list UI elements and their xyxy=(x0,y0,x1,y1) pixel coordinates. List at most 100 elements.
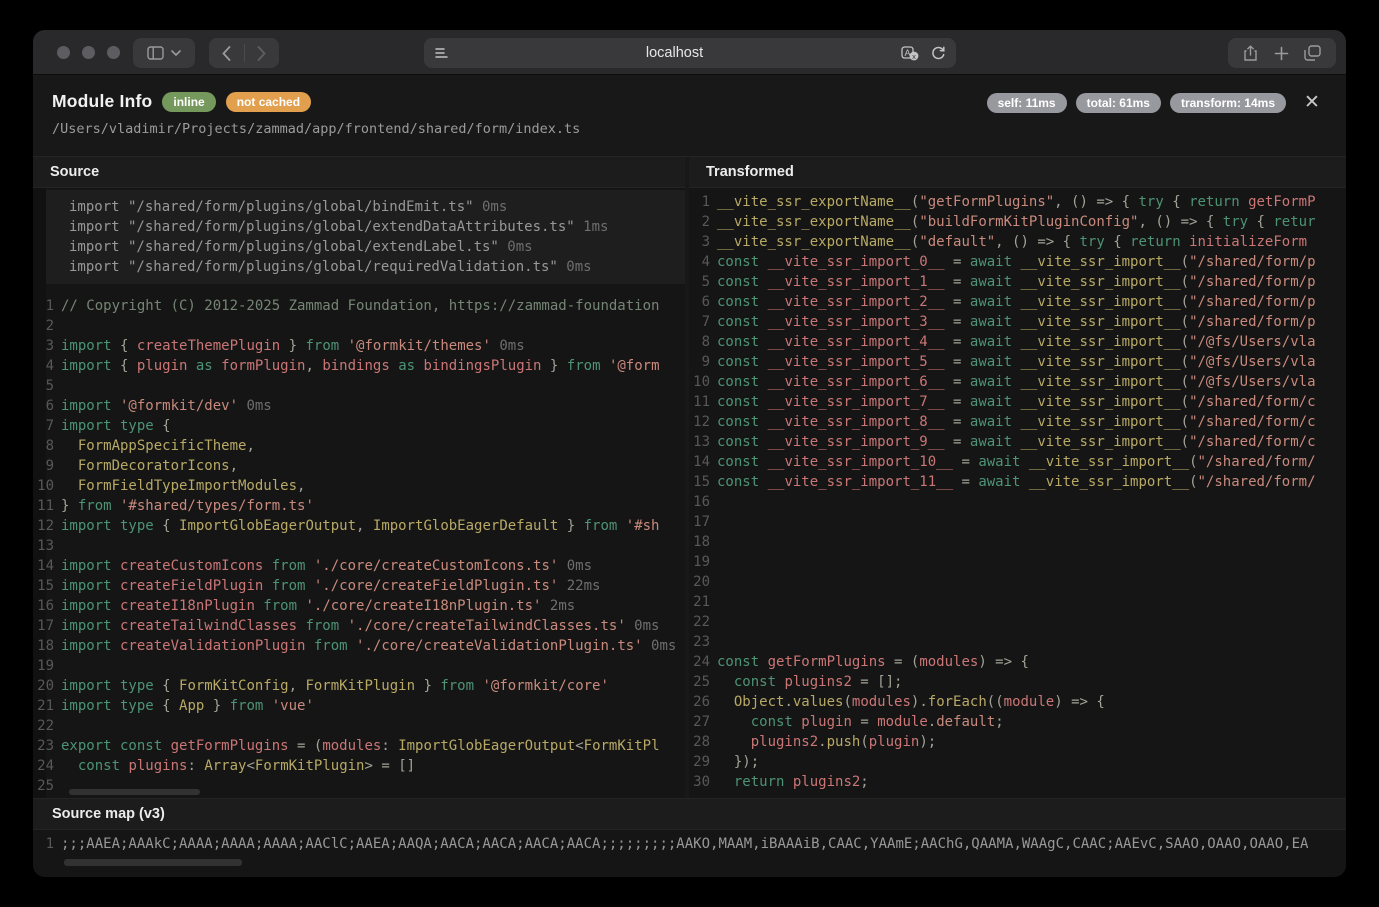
code-line: 7const __vite_ssr_import_3__ = await __v… xyxy=(689,312,1346,332)
code-line: 5 xyxy=(33,376,685,396)
source-code-area[interactable]: import "/shared/form/plugins/global/bind… xyxy=(33,188,685,798)
browser-window: localhost A x xyxy=(33,30,1346,877)
code-line: 24 const plugins: Array<FormKitPlugin> =… xyxy=(33,756,685,776)
transformed-code-area[interactable]: 1__vite_ssr_exportName__("getFormPlugins… xyxy=(689,188,1346,798)
code-line: 22 xyxy=(33,716,685,736)
code-line: 27 const plugin = module.default; xyxy=(689,712,1346,732)
line-number: 24 xyxy=(689,652,717,672)
code-line: 29 }); xyxy=(689,752,1346,772)
code-line: 6const __vite_ssr_import_2__ = await __v… xyxy=(689,292,1346,312)
code-line: 20 xyxy=(689,572,1346,592)
tab-overview-icon[interactable] xyxy=(1304,45,1321,61)
code-line: 30 return plugins2; xyxy=(689,772,1346,792)
nav-buttons xyxy=(209,38,279,68)
transformed-panel-title: Transformed xyxy=(689,157,1346,188)
line-number: 27 xyxy=(689,712,717,732)
line-number: 15 xyxy=(689,472,717,492)
source-panel: Source import "/shared/form/plugins/glob… xyxy=(33,157,685,798)
url-text[interactable]: localhost xyxy=(449,45,901,61)
share-icon[interactable] xyxy=(1243,45,1258,62)
zoom-window-button[interactable] xyxy=(107,46,120,59)
code-line: 21import type { App } from 'vue' xyxy=(33,696,685,716)
source-horizontal-scrollbar[interactable] xyxy=(69,789,200,795)
address-bar[interactable]: localhost A x xyxy=(424,38,956,68)
line-number: 18 xyxy=(33,636,61,656)
sourcemap-title: Source map (v3) xyxy=(33,799,1346,830)
titlebar-actions xyxy=(1228,38,1336,68)
traffic-lights xyxy=(57,46,120,59)
source-code: 1// Copyright (C) 2012-2025 Zammad Found… xyxy=(33,296,685,796)
line-number: 20 xyxy=(33,676,61,696)
code-line: 19 xyxy=(689,552,1346,572)
browser-titlebar: localhost A x xyxy=(33,30,1346,75)
code-line: 28 plugins2.push(plugin); xyxy=(689,732,1346,752)
line-number: 8 xyxy=(689,332,717,352)
reload-icon[interactable] xyxy=(931,46,946,61)
forward-button[interactable] xyxy=(245,38,279,68)
code-line: 7import type { xyxy=(33,416,685,436)
line-number: 6 xyxy=(689,292,717,312)
line-number: 7 xyxy=(689,312,717,332)
line-number: 13 xyxy=(689,432,717,452)
svg-text:A: A xyxy=(904,48,910,58)
line-number: 23 xyxy=(689,632,717,652)
chevron-down-icon xyxy=(171,50,181,56)
line-number: 21 xyxy=(689,592,717,612)
line-number: 17 xyxy=(33,616,61,636)
line-number: 10 xyxy=(33,476,61,496)
code-line: 15import createFieldPlugin from './core/… xyxy=(33,576,685,596)
sidebar-toggle-button[interactable] xyxy=(133,38,195,68)
line-number: 4 xyxy=(689,252,717,272)
code-line: 9 FormDecoratorIcons, xyxy=(33,456,685,476)
line-number: 11 xyxy=(689,392,717,412)
transformed-panel: Transformed 1__vite_ssr_exportName__("ge… xyxy=(689,157,1346,798)
sourcemap-horizontal-scrollbar[interactable] xyxy=(64,859,242,866)
code-line: 23 xyxy=(689,632,1346,652)
close-icon[interactable]: ✕ xyxy=(1298,88,1326,116)
sourcemap-section: Source map (v3) 1;;;AAEA;AAAkC;AAAA;AAAA… xyxy=(33,798,1346,877)
translate-icon[interactable]: A x xyxy=(901,46,919,61)
line-number: 12 xyxy=(33,516,61,536)
line-number: 1 xyxy=(33,833,61,853)
source-pre-imports: import "/shared/form/plugins/global/bind… xyxy=(46,190,685,284)
code-panels: Source import "/shared/form/plugins/glob… xyxy=(33,156,1346,798)
not-cached-badge: not cached xyxy=(226,92,311,112)
close-window-button[interactable] xyxy=(57,46,70,59)
total-time-badge: total: 61ms xyxy=(1076,93,1161,113)
line-number: 5 xyxy=(33,376,61,396)
transformed-code: 1__vite_ssr_exportName__("getFormPlugins… xyxy=(689,188,1346,792)
line-number: 19 xyxy=(689,552,717,572)
line-number: 15 xyxy=(33,576,61,596)
line-number: 13 xyxy=(33,536,61,556)
line-number: 28 xyxy=(689,732,717,752)
code-line: 12import type { ImportGlobEagerOutput, I… xyxy=(33,516,685,536)
timing-metrics: self: 11ms total: 61ms transform: 14ms xyxy=(987,93,1286,113)
code-line: 2 xyxy=(33,316,685,336)
line-number: 26 xyxy=(689,692,717,712)
code-line: 4const __vite_ssr_import_0__ = await __v… xyxy=(689,252,1346,272)
code-line: 10const __vite_ssr_import_6__ = await __… xyxy=(689,372,1346,392)
new-tab-icon[interactable] xyxy=(1274,46,1289,61)
code-line: 3import { createThemePlugin } from '@for… xyxy=(33,336,685,356)
reader-view-icon[interactable] xyxy=(434,46,449,60)
code-line: 19 xyxy=(33,656,685,676)
code-line: 10 FormFieldTypeImportModules, xyxy=(33,476,685,496)
line-number: 23 xyxy=(33,736,61,756)
line-number: 7 xyxy=(33,416,61,436)
sidebar-icon xyxy=(147,46,164,60)
line-number: 22 xyxy=(33,716,61,736)
code-line: 2__vite_ssr_exportName__("buildFormKitPl… xyxy=(689,212,1346,232)
code-line: 22 xyxy=(689,612,1346,632)
source-panel-title: Source xyxy=(33,157,685,188)
line-number: 18 xyxy=(689,532,717,552)
line-number: 10 xyxy=(689,372,717,392)
code-line: 9const __vite_ssr_import_5__ = await __v… xyxy=(689,352,1346,372)
line-number: 29 xyxy=(689,752,717,772)
line-number: 8 xyxy=(33,436,61,456)
sourcemap-code: 1;;;AAEA;AAAkC;AAAA;AAAA;AAAA;AAClC;AAEA… xyxy=(33,830,1346,853)
minimize-window-button[interactable] xyxy=(82,46,95,59)
code-line: 16 xyxy=(689,492,1346,512)
back-button[interactable] xyxy=(210,38,244,68)
code-line: import "/shared/form/plugins/global/exte… xyxy=(69,217,685,237)
line-number: 22 xyxy=(689,612,717,632)
